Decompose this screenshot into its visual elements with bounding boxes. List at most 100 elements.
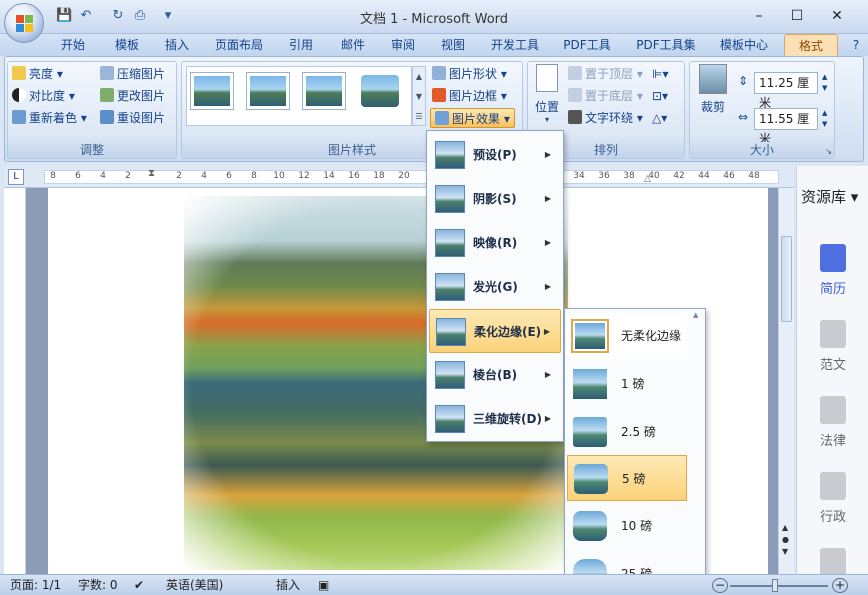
change-picture-icon [100, 88, 114, 102]
reset-picture-icon [100, 110, 114, 124]
picture-effects-button[interactable]: 图片效果 ▾ [430, 108, 515, 128]
tab-review[interactable]: 审阅 [380, 34, 426, 56]
group-objects-icon[interactable]: ⊡▾ [652, 86, 668, 106]
resource-panel-title[interactable]: 资源库 ▾ [801, 186, 858, 207]
bring-to-front-button[interactable]: 置于顶层 ▾ [568, 64, 643, 84]
crop-button[interactable]: 裁剪 [694, 64, 732, 115]
soft-edge-none[interactable]: 无柔化边缘 [567, 313, 687, 359]
ruler-tick: 10 [273, 171, 285, 181]
size-dialog-launcher[interactable]: ↘ [825, 147, 832, 156]
group-label-adjust: 调整 [8, 142, 176, 158]
change-picture-button[interactable]: 更改图片 [100, 86, 165, 106]
word-count[interactable]: 字数: 0 [78, 577, 118, 594]
preset-label: 预设(P) [473, 148, 517, 162]
tab-pdf-tools[interactable]: PDF工具 [556, 34, 618, 56]
style-thumb-2[interactable] [246, 72, 290, 110]
resume-label: 简历 [819, 282, 846, 297]
brightness-button[interactable]: 亮度 ▾ [12, 64, 63, 84]
position-button[interactable]: 位置 ▾ [530, 64, 564, 124]
soft-edge-2-5pt-icon [571, 415, 609, 449]
soft-edge-2-5pt[interactable]: 2.5 磅 [567, 409, 687, 455]
admin-label: 行政 [819, 510, 846, 525]
menu-item-reflection[interactable]: 映像(R) ▶ [429, 221, 561, 265]
tab-mailings[interactable]: 邮件 [330, 34, 376, 56]
tab-insert[interactable]: 插入 [154, 34, 200, 56]
zoom-slider-thumb[interactable] [772, 579, 778, 592]
minimize-button[interactable]: – [742, 4, 776, 28]
soft-edge-5pt[interactable]: 5 磅 [567, 455, 687, 501]
ruler-tick: 8 [50, 171, 56, 181]
width-spinner[interactable]: ▲ ▼ [822, 108, 827, 130]
vertical-scrollbar[interactable]: ▲ ● ▼ [778, 188, 794, 574]
tab-view[interactable]: 视图 [430, 34, 476, 56]
glow-label: 发光(G) [473, 280, 518, 294]
picture-effects-label: 图片效果 [452, 112, 501, 126]
spellcheck-icon[interactable]: ✔ [134, 577, 144, 594]
zoom-in-button[interactable]: + [832, 578, 848, 593]
right-indent-marker[interactable]: △ [644, 174, 651, 184]
insert-mode[interactable]: 插入 [276, 577, 300, 594]
recolor-label: 重新着色 [29, 111, 78, 125]
text-wrap-button[interactable]: 文字环绕 ▾ [568, 108, 643, 128]
contrast-label: 对比度 [29, 89, 66, 103]
shape-icon [432, 66, 446, 80]
tab-format[interactable]: 格式 [784, 34, 838, 56]
picture-shape-button[interactable]: 图片形状 ▾ [432, 64, 507, 84]
menu-item-soft-edges[interactable]: 柔化边缘(E) ▶ [429, 309, 561, 353]
rotate-icon[interactable]: △▾ [652, 108, 667, 128]
scroll-thumb[interactable] [781, 236, 792, 322]
width-input[interactable]: 11.55 厘米 [754, 108, 818, 146]
tab-page-layout[interactable]: 页面布局 [206, 34, 272, 56]
tab-pdf-toolset[interactable]: PDF工具集 [630, 34, 702, 56]
recolor-button[interactable]: 重新着色 ▾ [12, 108, 87, 128]
zoom-slider[interactable] [730, 585, 828, 587]
help-icon[interactable]: ? [848, 34, 864, 56]
height-spinner[interactable]: ▲ ▼ [822, 72, 827, 94]
submenu-scroll-up[interactable]: ▲ [693, 311, 703, 319]
menu-item-preset[interactable]: 预设(P) ▶ [429, 133, 561, 177]
tab-developer[interactable]: 开发工具 [484, 34, 546, 56]
soft-edge-10pt[interactable]: 10 磅 [567, 503, 687, 549]
resume-icon [820, 244, 846, 272]
menu-item-3d-rotation[interactable]: 三维旋转(D) ▶ [429, 397, 561, 441]
reset-picture-button[interactable]: 重设图片 [100, 108, 165, 128]
language-indicator[interactable]: 英语(美国) [166, 577, 223, 594]
menu-item-glow[interactable]: 发光(G) ▶ [429, 265, 561, 309]
style-thumb-3[interactable] [302, 72, 346, 110]
send-to-back-button[interactable]: 置于底层 ▾ [568, 86, 643, 106]
menu-item-shadow[interactable]: 阴影(S) ▶ [429, 177, 561, 221]
side-item-resume[interactable]: 简历 [797, 244, 868, 297]
browse-object-controls[interactable]: ▲ ● ▼ [782, 522, 789, 558]
office-button[interactable] [4, 3, 44, 43]
soft-edge-1pt[interactable]: 1 磅 [567, 361, 687, 407]
gallery-scroll[interactable]: ▲ ▼ ☰ [412, 66, 426, 126]
side-item-law[interactable]: 法律 [797, 396, 868, 449]
soft-edge-10pt-label: 10 磅 [621, 519, 653, 533]
tab-selector[interactable]: L [8, 169, 24, 185]
tab-references[interactable]: 引用 [278, 34, 324, 56]
side-item-admin[interactable]: 行政 [797, 472, 868, 525]
compress-pictures-button[interactable]: 压缩图片 [100, 64, 165, 84]
tab-template-center[interactable]: 模板中心 [712, 34, 776, 56]
style-thumb-4[interactable] [358, 72, 402, 110]
maximize-button[interactable]: ☐ [780, 4, 814, 28]
side-item-sample[interactable]: 范文 [797, 320, 868, 373]
style-thumb-1[interactable] [190, 72, 234, 110]
tab-template[interactable]: 模板 [104, 34, 150, 56]
menu-item-bevel[interactable]: 棱台(B) ▶ [429, 353, 561, 397]
indent-marker[interactable]: ⧗ [148, 168, 155, 179]
close-button[interactable]: ✕ [820, 4, 854, 28]
ruler-tick: 2 [125, 171, 131, 181]
group-adjust: 亮度 ▾ 对比度 ▾ 重新着色 ▾ 压缩图片 更改图片 重设图片 调整 [7, 61, 177, 159]
height-input[interactable]: 11.25 厘米 [754, 72, 818, 110]
picture-border-button[interactable]: 图片边框 ▾ [432, 86, 507, 106]
macro-icon[interactable]: ▣ [318, 577, 329, 594]
soft-edge-none-label: 无柔化边缘 [621, 329, 682, 343]
brightness-icon [12, 66, 26, 80]
align-icon[interactable]: ⊫▾ [652, 64, 668, 84]
contrast-button[interactable]: 对比度 ▾ [12, 86, 75, 106]
width-value: 11.55 厘米 [759, 112, 810, 146]
tab-home[interactable]: 开始 [50, 34, 96, 56]
page-count[interactable]: 页面: 1/1 [10, 577, 61, 594]
zoom-out-button[interactable]: − [712, 578, 728, 593]
